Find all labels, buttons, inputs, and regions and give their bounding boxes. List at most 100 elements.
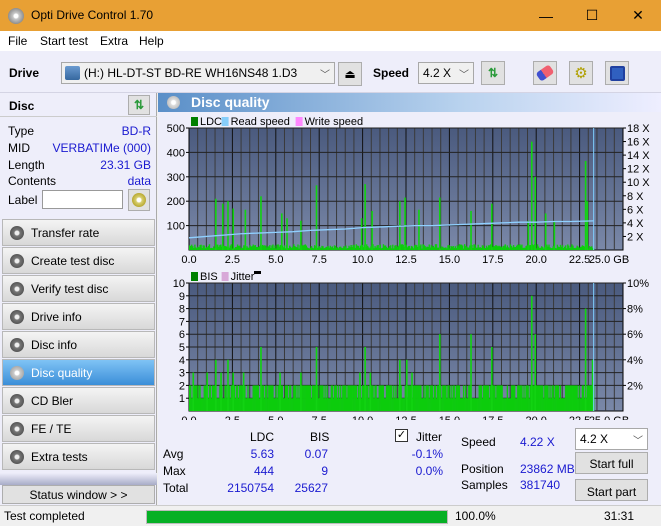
x-tick-label: 5.0	[268, 415, 283, 420]
y-tick-label: 5	[179, 342, 185, 354]
nav-label: Disc info	[31, 338, 78, 352]
test-speed-value: 4.2 X	[580, 432, 609, 446]
disc-label-input[interactable]	[42, 190, 123, 209]
data-spike	[360, 218, 363, 250]
menu-start-test[interactable]: Start test	[40, 34, 88, 48]
menu-extra[interactable]: Extra	[100, 34, 128, 48]
data-spike	[364, 347, 366, 411]
nav-disc-quality[interactable]: Disc quality	[2, 359, 155, 386]
stats-ldc-value: 444	[253, 464, 274, 478]
status-bar: Test completed 100.0% 31:31	[0, 505, 661, 526]
jitter-marker	[254, 271, 261, 274]
y2-tick-label: 14 X	[627, 150, 650, 162]
progress-bar	[146, 510, 448, 524]
disc-nav-icon	[10, 254, 24, 268]
erase-button[interactable]	[533, 61, 557, 85]
drive-select[interactable]: (H:) HL-DT-ST BD-RE WH16NS48 1.D3 ﹀	[61, 62, 335, 84]
data-spike	[206, 372, 208, 411]
disc-mid-value: VERBATIMe (000)	[52, 141, 151, 155]
status-text: Test completed	[4, 509, 85, 523]
y-tick-label: 400	[167, 147, 185, 159]
y-tick-label: 1	[179, 393, 185, 405]
nav-create-test-disc[interactable]: Create test disc	[2, 247, 155, 274]
data-spike	[438, 334, 441, 411]
data-spike	[470, 210, 472, 250]
x-tick-label: 12.5	[395, 254, 416, 266]
nav-label: Drive info	[31, 310, 82, 324]
nav-label: Create test disc	[31, 254, 115, 268]
start-part-button[interactable]: Start part	[575, 479, 648, 501]
data-spike	[242, 372, 245, 411]
disc-label-button[interactable]	[128, 189, 150, 211]
disc-nav-icon	[10, 366, 24, 380]
samples-value: 381740	[520, 478, 561, 492]
jitter-checkbox[interactable]: ✓	[395, 429, 408, 442]
speed-stat-value: 4.22 X	[520, 435, 555, 449]
settings-button[interactable]: ⚙	[569, 61, 593, 85]
gears-icon: ⚙	[574, 65, 588, 82]
data-spike	[315, 185, 318, 250]
nav-verify-test-disc[interactable]: Verify test disc	[2, 275, 155, 302]
stats-bis-header: BIS	[310, 430, 330, 444]
data-spike	[215, 359, 217, 411]
data-spike	[591, 359, 594, 411]
disc-nav-icon	[10, 310, 24, 324]
legend-swatch	[221, 117, 229, 126]
y-tick-label: 3	[179, 368, 185, 380]
stats-bis-value: 9	[321, 464, 328, 478]
disc-nav-icon	[10, 226, 24, 240]
data-spike	[586, 201, 589, 250]
y2-tick-label: 6%	[627, 329, 643, 341]
y-tick-label: 8	[179, 304, 185, 316]
nav-disc-info[interactable]: Disc info	[2, 331, 155, 358]
chevron-down-icon: ﹀	[459, 70, 469, 81]
disc-length-value: 23.31 GB	[100, 158, 151, 172]
disc-nav-icon	[10, 394, 24, 408]
y2-tick-label: 16 X	[627, 137, 650, 149]
data-spike	[470, 334, 472, 411]
minimize-button[interactable]: —	[523, 0, 569, 31]
data-spike	[530, 295, 533, 411]
disc-length-label: Length	[8, 158, 45, 172]
refresh-button[interactable]: ⇅	[481, 61, 505, 85]
eject-button[interactable]: ⏏	[338, 62, 362, 86]
legend-label: Jitter	[231, 271, 255, 283]
x-tick-label: 17.5	[482, 254, 503, 266]
ldc-chart: LDC Read speed Write speed 100 200 300 400 500 2…	[167, 116, 651, 266]
test-speed-select[interactable]: 4.2 X ﹀	[575, 428, 648, 450]
maximize-button[interactable]: ☐	[569, 0, 615, 31]
disc-header: Disc ⇅	[0, 93, 157, 117]
toolbar: Drive (H:) HL-DT-ST BD-RE WH16NS48 1.D3 …	[0, 51, 661, 93]
sidebar-spacer	[0, 473, 157, 485]
nav-fe-te[interactable]: FE / TE	[2, 415, 155, 442]
legend-swatch	[191, 117, 198, 126]
stats-row-label: Total	[163, 481, 189, 495]
elapsed-time: 31:31	[604, 509, 635, 523]
close-button[interactable]: ✕	[615, 0, 661, 31]
data-spike	[227, 201, 229, 250]
menu-help[interactable]: Help	[139, 34, 164, 48]
nav-extra-tests[interactable]: Extra tests	[2, 443, 155, 470]
nav-transfer-rate[interactable]: Transfer rate	[2, 219, 155, 246]
stats-bis-value: 25627	[294, 481, 328, 495]
y-tick-label: 2	[179, 380, 185, 392]
disc-refresh-button[interactable]: ⇅	[128, 95, 150, 115]
status-window-button[interactable]: Status window > >	[2, 485, 155, 504]
speed-select[interactable]: 4.2 X ﹀	[418, 62, 474, 84]
x-tick-label: 0.0	[181, 415, 196, 420]
nav-drive-info[interactable]: Drive info	[2, 303, 155, 330]
data-spike	[192, 372, 195, 411]
data-spike	[227, 359, 229, 411]
data-spike	[371, 210, 373, 250]
nav-cd-bler[interactable]: CD Bler	[2, 387, 155, 414]
app-disc-icon	[8, 8, 24, 24]
save-button[interactable]	[605, 61, 629, 85]
progress-percent: 100.0%	[455, 509, 496, 523]
start-full-button[interactable]: Start full	[575, 452, 648, 474]
stats-ldc-value: 5.63	[250, 447, 274, 461]
legend-label: Read speed	[231, 116, 290, 128]
disc-quality-icon	[167, 96, 180, 109]
legend-label: Write speed	[305, 116, 364, 128]
menu-file[interactable]: File	[8, 34, 27, 48]
x-tick-label: 25.0 GB	[589, 415, 629, 420]
